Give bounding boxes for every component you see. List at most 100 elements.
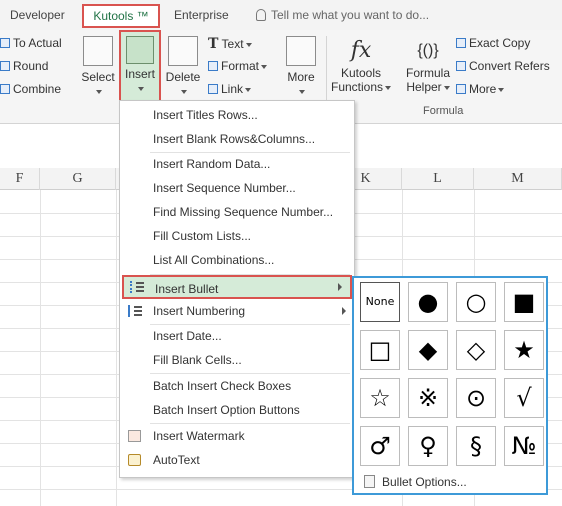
menu-item-fill-blank-cells[interactable]: Fill Blank Cells...	[120, 348, 354, 372]
chevron-right-icon	[342, 307, 346, 315]
bullet-check-root[interactable]: √	[504, 378, 544, 418]
bullet-numero-sign[interactable]: №	[504, 426, 544, 466]
bullet-hollow-circle[interactable]: ○	[456, 282, 496, 322]
autotext-icon	[128, 454, 141, 466]
menu-item-label: Insert Blank Rows&Columns...	[153, 132, 316, 146]
bullet-circled-dot[interactable]: ⊙	[456, 378, 496, 418]
column-header-f[interactable]: F	[0, 168, 40, 190]
bullet-section-sign[interactable]: §	[456, 426, 496, 466]
menu-item-label: Batch Insert Option Buttons	[153, 403, 300, 417]
menu-item-insert-bullet[interactable]: Insert Bullet	[122, 275, 352, 299]
bullet-reference-mark[interactable]: ※	[408, 378, 448, 418]
more-icon	[286, 36, 316, 66]
ribbon-tab-bar: Developer Kutools ™ Enterprise Tell me w…	[0, 0, 562, 30]
column-header-l[interactable]: L	[402, 168, 474, 190]
chevron-down-icon	[498, 87, 505, 92]
select-button[interactable]: Select	[80, 36, 116, 98]
link-button[interactable]: Link	[208, 82, 252, 96]
tell-me-box[interactable]: Tell me what you want to do...	[256, 8, 429, 22]
chevron-down-icon	[181, 89, 187, 94]
combine-button[interactable]: Combine	[0, 82, 61, 96]
tab-developer[interactable]: Developer	[10, 8, 65, 22]
bullet-hollow-square[interactable]: □	[360, 330, 400, 370]
insert-label: Insert	[124, 67, 155, 81]
lightbulb-icon	[256, 9, 266, 21]
bullet-female-sign[interactable]: ♀	[408, 426, 448, 466]
menu-item-insert-random-data[interactable]: Insert Random Data...	[120, 152, 354, 176]
exact-copy-button[interactable]: Exact Copy	[456, 36, 530, 50]
format-label: Format	[221, 59, 260, 73]
menu-item-autotext[interactable]: AutoText	[120, 448, 354, 472]
text-icon: T	[208, 36, 219, 52]
watermark-icon	[128, 430, 141, 442]
more-formula-button[interactable]: More	[456, 82, 505, 96]
menu-item-label: Insert Watermark	[153, 429, 245, 443]
menu-item-list-all-combinations[interactable]: List All Combinations...	[120, 248, 354, 272]
menu-item-insert-sequence-number[interactable]: Insert Sequence Number...	[120, 176, 354, 200]
chevron-down-icon	[443, 85, 450, 90]
bullet-filled-diamond[interactable]: ◆	[408, 330, 448, 370]
link-label: Link	[221, 82, 244, 96]
column-header-g[interactable]: G	[40, 168, 116, 190]
insert-button[interactable]: Insert	[119, 30, 161, 102]
bullet-hollow-star[interactable]: ☆	[360, 378, 400, 418]
menu-item-label: Insert Numbering	[153, 304, 246, 318]
chevron-down-icon	[96, 89, 102, 94]
menu-item-label: Insert Date...	[153, 329, 222, 343]
formula-helper-button[interactable]: {()} Formula Helper	[400, 36, 456, 94]
chevron-down-icon	[138, 86, 144, 91]
combine-label: Combine	[13, 82, 62, 96]
to-actual-icon	[0, 38, 10, 48]
bullet-none[interactable]: None	[360, 282, 400, 322]
text-button[interactable]: T Text	[208, 36, 252, 52]
menu-item-label: Insert Sequence Number...	[153, 181, 296, 195]
bullet-filled-star[interactable]: ★	[504, 330, 544, 370]
chevron-down-icon	[245, 42, 252, 47]
tab-kutools[interactable]: Kutools ™	[82, 4, 160, 28]
bullet-list-icon	[130, 281, 144, 293]
numbered-list-icon	[128, 305, 142, 317]
menu-item-insert-blank-rows-columns[interactable]: Insert Blank Rows&Columns...	[120, 127, 354, 151]
bullet-options-label: Bullet Options...	[382, 475, 467, 489]
bullet-hollow-diamond[interactable]: ◇	[456, 330, 496, 370]
chevron-down-icon	[261, 64, 268, 69]
more-button[interactable]: More	[282, 36, 320, 98]
bullet-options-button[interactable]: Bullet Options...	[362, 473, 467, 491]
format-icon	[208, 61, 218, 71]
menu-item-batch-insert-check-boxes[interactable]: Batch Insert Check Boxes	[120, 374, 354, 398]
menu-item-label: Insert Random Data...	[153, 157, 271, 171]
more-label: More	[287, 70, 315, 84]
format-button[interactable]: Format	[208, 59, 268, 73]
bullet-filled-square[interactable]: ■	[504, 282, 544, 322]
bullet-gallery: None ● ○ ■ □ ◆ ◇ ★ ☆ ※ ⊙ √ ♂ ♀ § № Bulle…	[352, 276, 548, 495]
bullet-male-sign[interactable]: ♂	[360, 426, 400, 466]
menu-item-insert-watermark[interactable]: Insert Watermark	[120, 424, 354, 448]
round-button[interactable]: Round	[0, 59, 48, 73]
menu-item-batch-insert-option-buttons[interactable]: Batch Insert Option Buttons	[120, 398, 354, 422]
menu-item-label: AutoText	[153, 453, 200, 467]
tab-enterprise[interactable]: Enterprise	[174, 8, 229, 22]
formula-helper-label-1: Formula	[405, 66, 450, 80]
delete-icon	[168, 36, 198, 66]
convert-refers-button[interactable]: Convert Refers	[456, 59, 550, 73]
to-actual-button[interactable]: To Actual	[0, 36, 62, 50]
braces-icon: {()}	[417, 42, 439, 59]
menu-item-fill-custom-lists[interactable]: Fill Custom Lists...	[120, 224, 354, 248]
more-formula-icon	[456, 84, 466, 94]
more-formula-label: More	[469, 82, 497, 96]
delete-button[interactable]: Delete	[164, 36, 202, 98]
kutools-functions-label-1: Kutools	[340, 66, 382, 80]
menu-item-insert-numbering[interactable]: Insert Numbering	[120, 299, 354, 323]
menu-item-find-missing-sequence-number[interactable]: Find Missing Sequence Number...	[120, 200, 354, 224]
kutools-functions-button[interactable]: fx Kutools Functions	[330, 36, 392, 94]
grid-line	[40, 190, 41, 506]
combine-icon	[0, 84, 10, 94]
menu-item-insert-date[interactable]: Insert Date...	[120, 324, 354, 348]
column-header-m[interactable]: M	[474, 168, 562, 190]
to-actual-label: To Actual	[13, 36, 62, 50]
convert-refers-icon	[456, 61, 466, 71]
bullet-filled-circle[interactable]: ●	[408, 282, 448, 322]
chevron-down-icon	[385, 85, 392, 90]
menu-item-insert-titles-rows[interactable]: Insert Titles Rows...	[120, 103, 354, 127]
text-label: Text	[221, 37, 244, 51]
